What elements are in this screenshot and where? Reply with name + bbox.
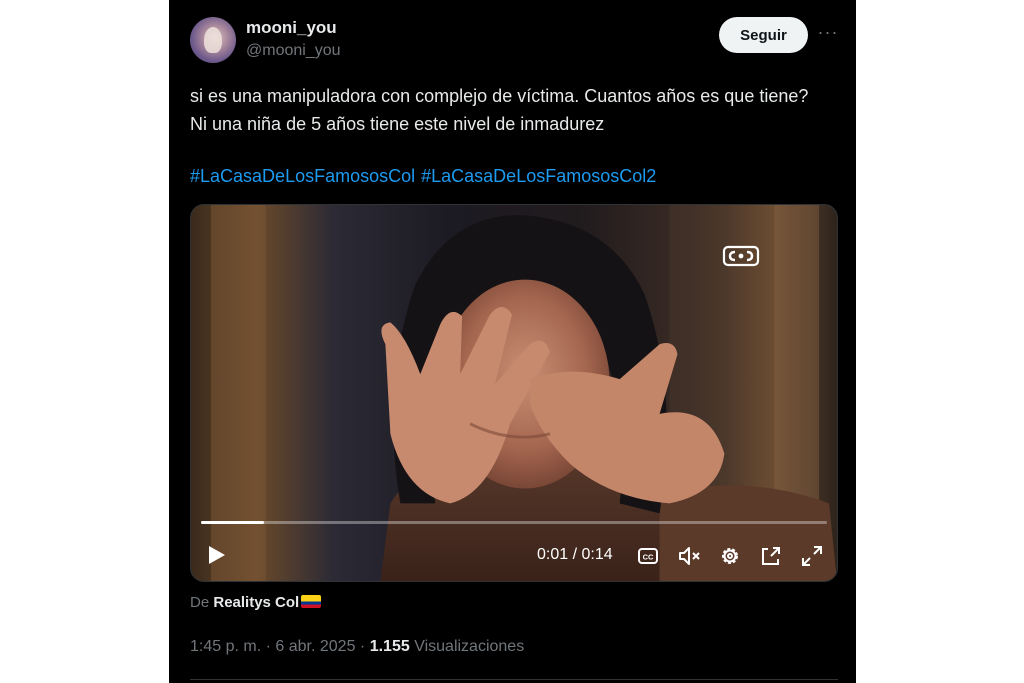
- more-options-icon[interactable]: ···: [817, 22, 839, 46]
- video-time: 0:01 / 0:14: [537, 546, 613, 563]
- meta-separator: ·: [265, 638, 271, 655]
- svg-text:CC: CC: [643, 553, 654, 562]
- hashtag-link[interactable]: #LaCasaDeLosFamososCol: [190, 166, 415, 186]
- settings-icon[interactable]: [717, 543, 743, 569]
- avatar[interactable]: [190, 17, 236, 63]
- hashtags: #LaCasaDeLosFamososCol #LaCasaDeLosFamoso…: [190, 162, 662, 190]
- follow-button[interactable]: Seguir: [719, 17, 808, 53]
- hashtag-link[interactable]: #LaCasaDeLosFamososCol2: [421, 166, 656, 186]
- fullscreen-icon[interactable]: [799, 543, 825, 569]
- views-label: Visualizaciones: [414, 638, 525, 655]
- play-icon[interactable]: [203, 542, 229, 568]
- video-progress-bar[interactable]: [201, 521, 827, 524]
- divider: [190, 679, 838, 680]
- source-prefix: De: [190, 594, 210, 611]
- meta-separator: ·: [359, 638, 366, 655]
- colombia-flag-icon: [301, 595, 322, 608]
- video-progress-fill: [201, 521, 264, 524]
- video-source: De Realitys Col: [190, 594, 322, 611]
- post-date[interactable]: 6 abr. 2025: [275, 638, 355, 655]
- canal-rcn-logo-icon: [722, 245, 760, 267]
- mute-icon[interactable]: [676, 543, 702, 569]
- tweet-card: mooni_you @mooni_you Seguir ··· si es un…: [169, 0, 856, 683]
- source-account-link[interactable]: Realitys Col: [213, 594, 299, 611]
- tweet-text: si es una manipuladora con complejo de v…: [190, 86, 809, 134]
- post-time[interactable]: 1:45 p. m.: [190, 638, 261, 655]
- captions-icon[interactable]: CC: [635, 543, 661, 569]
- video-player[interactable]: 0:01 / 0:14 CC: [190, 204, 838, 582]
- display-name[interactable]: mooni_you: [246, 18, 337, 38]
- user-handle[interactable]: @mooni_you: [246, 42, 341, 60]
- views-count: 1.155: [369, 638, 410, 655]
- picture-in-picture-icon[interactable]: [758, 543, 784, 569]
- tweet-meta: 1:45 p. m. · 6 abr. 2025 · 1.155 Visuali…: [190, 638, 524, 656]
